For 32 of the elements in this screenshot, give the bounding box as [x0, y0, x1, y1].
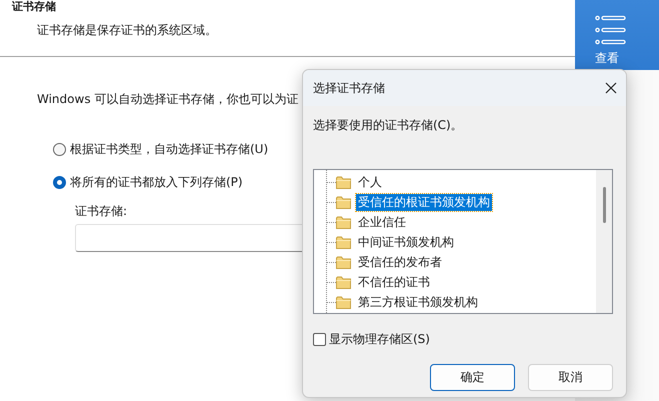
folder-icon	[336, 196, 351, 208]
radio-button[interactable]	[53, 176, 66, 188]
folder-icon	[336, 176, 351, 188]
radio-label[interactable]: 根据证书类型，自动选择证书存储(U)	[70, 141, 268, 157]
checkbox[interactable]	[313, 332, 326, 346]
radio-button[interactable]	[53, 142, 66, 156]
tree-item[interactable]: 企业信任	[356, 214, 408, 230]
close-icon[interactable]	[605, 82, 617, 94]
checkbox-label[interactable]: 显示物理存储区(S)	[329, 331, 430, 347]
tree-item[interactable]: 个人	[356, 174, 384, 190]
dialog-title: 选择证书存储	[313, 80, 385, 96]
tree-item[interactable]: 第三方根证书颁发机构	[356, 294, 480, 310]
view-label[interactable]: 查看	[595, 52, 621, 64]
folder-icon	[336, 296, 351, 308]
radio-label[interactable]: 将所有的证书都放入下列存储(P)	[70, 174, 243, 190]
ok-button[interactable]: 确定	[430, 364, 515, 391]
dialog-prompt: 选择要使用的证书存储(C)。	[313, 117, 464, 133]
tree-item[interactable]: 中间证书颁发机构	[356, 234, 456, 250]
folder-icon	[336, 236, 351, 248]
list-icon	[595, 15, 627, 45]
intro-text: Windows 可以自动选择证书存储，你也可以为证	[37, 91, 300, 107]
field-label: 证书存储:	[75, 203, 128, 219]
cancel-button[interactable]: 取消	[528, 364, 613, 391]
page-description: 证书存储是保存证书的系统区域。	[37, 22, 218, 38]
tree-item[interactable]: 不信任的证书	[356, 274, 432, 290]
page-title: 证书存储	[12, 0, 57, 14]
folder-icon	[336, 256, 351, 268]
folder-icon	[336, 276, 351, 288]
tree-item[interactable]: 受信任的根证书颁发机构	[356, 194, 492, 210]
scrollbar-thumb[interactable]	[603, 187, 606, 223]
folder-icon	[336, 216, 351, 228]
tree-item[interactable]: 受信任的发布者	[356, 254, 444, 270]
